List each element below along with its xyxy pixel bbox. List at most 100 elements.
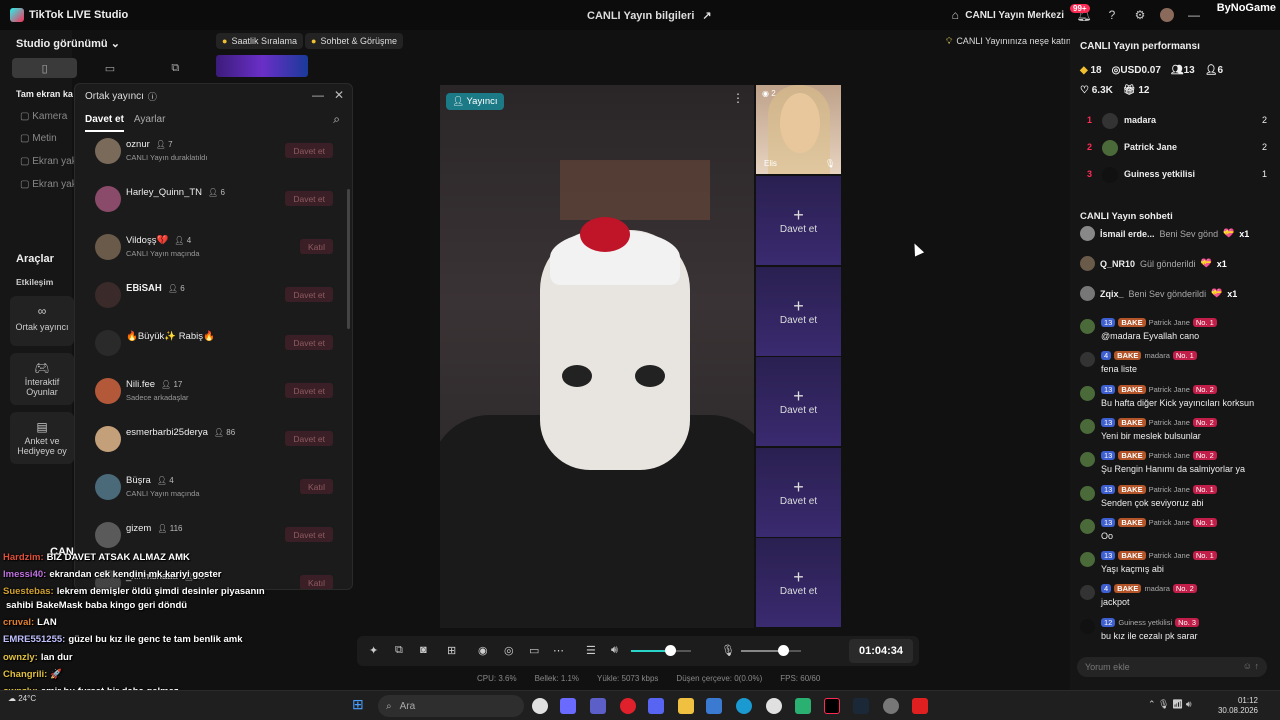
- invite-slot[interactable]: + Davet et: [756, 447, 841, 537]
- steam-icon[interactable]: [853, 698, 869, 714]
- minimize-icon[interactable]: —: [312, 88, 324, 102]
- live-center-button[interactable]: CANLI Yayın Merkezi: [965, 10, 1064, 21]
- teams-icon[interactable]: [590, 698, 606, 714]
- invite-slot[interactable]: + Davet et: [756, 357, 841, 446]
- mic-icon[interactable]: 🎙︎: [721, 644, 735, 657]
- clip-icon[interactable]: ◎: [504, 644, 514, 657]
- tab-invite[interactable]: Davet et: [85, 114, 124, 132]
- more-icon[interactable]: ⋯: [553, 644, 564, 657]
- source-screen-2[interactable]: ▢ Ekran yak: [20, 179, 77, 190]
- invite-slot[interactable]: + Davet et: [756, 266, 841, 356]
- add-source-icon[interactable]: ⊞: [447, 644, 456, 657]
- close-icon[interactable]: ✕: [334, 88, 344, 102]
- co-host-tool[interactable]: ∞ Ortak yayıncı: [10, 296, 74, 346]
- tab-settings[interactable]: Ayarlar: [134, 114, 166, 132]
- chrome-icon[interactable]: [766, 698, 782, 714]
- emoji-icon[interactable]: ☺ ↑: [1243, 661, 1259, 671]
- app-icon[interactable]: [795, 698, 811, 714]
- minimize-icon[interactable]: —: [1186, 7, 1202, 23]
- modal-scrollbar[interactable]: [347, 189, 350, 329]
- likes-value: 6.3K: [1091, 85, 1113, 96]
- live-info-label: CANLI Yayın bilgileri: [587, 9, 695, 22]
- mixer-icon[interactable]: ☰: [586, 644, 596, 657]
- source-camera[interactable]: ▢ Kamera: [20, 111, 67, 122]
- invite-button[interactable]: Davet et: [285, 143, 333, 158]
- beanie-cherry: [580, 217, 630, 252]
- camera-icon[interactable]: ◙: [420, 644, 427, 656]
- mic-knob[interactable]: [778, 645, 789, 656]
- co-host-status: CANLI Yayın duraklatıldı: [126, 153, 208, 162]
- app-icon[interactable]: [560, 698, 576, 714]
- video-icon[interactable]: ▭: [529, 644, 539, 657]
- ranking-row[interactable]: 3 Guiness yetkilisi 1: [1087, 167, 1267, 187]
- chat-text: jackpot: [1101, 597, 1130, 608]
- search-icon[interactable]: ⌕: [333, 112, 340, 127]
- taskbar-clock[interactable]: 01:12 30.08.2026: [1218, 696, 1258, 716]
- perf-row-1: ◆ 18 ◎USD0.07 👥︎13 👤︎6: [1080, 65, 1223, 76]
- layout-toggle[interactable]: ⧉: [143, 58, 208, 78]
- windows-start-icon[interactable]: ⊞: [352, 696, 368, 712]
- comment-input[interactable]: Yorum ekle ☺ ↑: [1077, 657, 1267, 677]
- hourly-ranking-chip[interactable]: ● Saatlik Sıralama: [216, 33, 303, 49]
- overlay-username: Suestebas:: [3, 586, 54, 597]
- record-icon[interactable]: ◉: [478, 644, 488, 657]
- chat-meet-chip[interactable]: ● Sohbet & Görüşme: [305, 33, 403, 49]
- guest-slot-1[interactable]: ◉ 2 Elis 🎙︎: [756, 85, 841, 174]
- weather-widget[interactable]: ☁ 24°C: [8, 694, 36, 703]
- ranking-row[interactable]: 1 madara 2: [1087, 113, 1267, 133]
- tray-icons[interactable]: ⌃ 🎙︎ 📶︎ 🔊︎: [1148, 699, 1192, 710]
- speaker-icon[interactable]: 🔊︎: [611, 644, 618, 657]
- obs-icon[interactable]: [883, 698, 899, 714]
- help-icon[interactable]: ?: [1104, 7, 1120, 23]
- more-icon[interactable]: ⋮: [732, 91, 744, 105]
- invite-slot[interactable]: + Davet et: [756, 176, 841, 265]
- event-banner[interactable]: [216, 55, 308, 77]
- invite-button[interactable]: Davet et: [285, 335, 333, 350]
- invite-slot[interactable]: + Davet et: [756, 538, 841, 627]
- avatar: [1080, 618, 1095, 634]
- landscape-toggle[interactable]: ▭: [77, 58, 142, 78]
- co-host-name: esmerbarbi25derya 👤︎ 86: [126, 427, 235, 438]
- effects-icon[interactable]: ⧉: [395, 644, 403, 657]
- store-icon[interactable]: [706, 698, 722, 714]
- youtube-icon[interactable]: [912, 698, 928, 714]
- join-button[interactable]: Katıl: [299, 239, 333, 254]
- co-host-row: 𝐄𝐁𝐢𝐒𝐀𝐇 👤︎ 6 Davet et: [75, 280, 345, 328]
- avatar[interactable]: [1160, 8, 1174, 22]
- invite-button[interactable]: Davet et: [285, 287, 333, 302]
- source-text[interactable]: ▢ Metin: [20, 133, 57, 144]
- co-host-count-value: 86: [226, 428, 236, 437]
- co-host-name: Vildoşş💔 👤︎ 4: [126, 235, 191, 246]
- live-info-button[interactable]: CANLI Yayın bilgileri ↗: [587, 9, 712, 23]
- cheer-chip[interactable]: 💡︎ CANLI Yayınınıza neşe katın: [940, 33, 1077, 49]
- chat-title: CANLI Yayın sohbeti: [1080, 211, 1173, 222]
- volume-knob[interactable]: [665, 645, 676, 656]
- source-screen-1[interactable]: ▢ Ekran yak: [20, 156, 77, 167]
- studio-view-label: Studio görünümü: [16, 38, 108, 50]
- opera-icon[interactable]: [620, 698, 636, 714]
- overlay-chat-line: Hardzim: BIZ DAVET ATSAK ALMAZ AMK: [3, 552, 190, 563]
- poll-tool[interactable]: ▤ Anket ve Hediyeye oy: [10, 412, 74, 464]
- edge-icon[interactable]: [736, 698, 752, 714]
- modal-tabs: Davet et Ayarlar: [85, 114, 165, 132]
- folder-icon[interactable]: [678, 698, 694, 714]
- studio-view-dropdown[interactable]: Studio görünümü ⌄: [16, 37, 120, 50]
- help-icon[interactable]: ⓘ: [148, 90, 157, 103]
- join-button[interactable]: Katıl: [299, 479, 333, 494]
- invite-button[interactable]: Davet et: [285, 383, 333, 398]
- taskbar-search[interactable]: ⌕ Ara: [378, 695, 524, 717]
- portrait-toggle[interactable]: ▯: [12, 58, 78, 78]
- discord-icon[interactable]: [648, 698, 664, 714]
- interactive-games-tool[interactable]: 🎮︎ İnteraktif Oyunlar: [10, 353, 74, 405]
- invite-button[interactable]: Davet et: [285, 527, 333, 542]
- gear-icon[interactable]: ⚙: [1132, 7, 1148, 23]
- tiktok-icon[interactable]: [824, 698, 840, 714]
- chrome-icon[interactable]: [532, 698, 548, 714]
- magic-icon[interactable]: ✦: [369, 644, 378, 657]
- overlay-chat-line: ownzly: lan dur: [3, 652, 73, 663]
- rank-badge: No. 2: [1172, 584, 1197, 594]
- join-button[interactable]: Katıl: [299, 575, 333, 589]
- invite-button[interactable]: Davet et: [285, 191, 333, 206]
- invite-button[interactable]: Davet et: [285, 431, 333, 446]
- ranking-row[interactable]: 2 Patrick Jane 2: [1087, 140, 1267, 160]
